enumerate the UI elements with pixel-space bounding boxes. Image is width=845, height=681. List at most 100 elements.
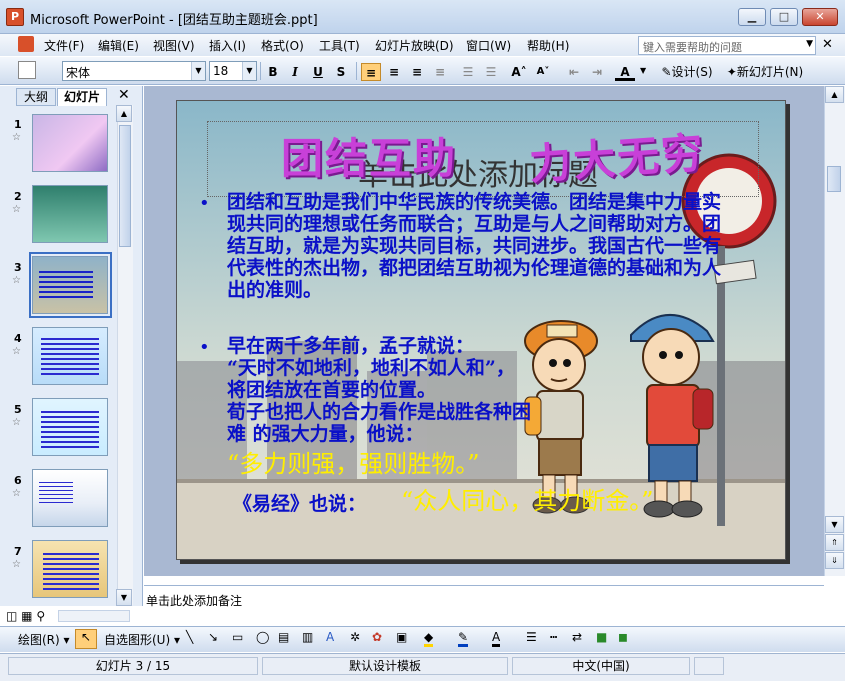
vertical-textbox-icon[interactable]: ▥ [302,630,313,644]
increase-indent-icon[interactable]: ⇥ [587,63,607,81]
design-button[interactable]: ✎设计(S) [656,63,718,80]
menu-format[interactable]: 格式(O) [261,37,304,54]
font-select[interactable]: 宋体 ▼ [62,61,206,81]
notes-pane[interactable]: 单击此处添加备注 [144,585,824,625]
line-color-icon[interactable]: ✎ [458,630,469,647]
menu-insert[interactable]: 插入(I) [209,37,246,54]
slide-thumbnail[interactable] [32,398,108,456]
arrow-icon[interactable]: ↘ [208,630,218,644]
scroll-down-icon[interactable]: ▼ [116,589,132,606]
slide-thumbnail[interactable] [32,114,108,172]
slide-thumbnail[interactable] [32,327,108,385]
rectangle-icon[interactable]: ▭ [232,630,243,644]
slide-number: 2 [14,190,22,203]
arrow-style-icon[interactable]: ⇄ [572,630,582,644]
menu-help[interactable]: 帮助(H) [527,37,569,54]
align-center-icon[interactable]: ≡ [384,63,404,81]
next-slide-icon[interactable]: ⇓ [825,552,844,569]
bullets-icon[interactable]: ☰ [481,63,501,81]
scroll-up-icon[interactable]: ▲ [825,86,844,103]
select-arrow-icon[interactable]: ↖ [75,629,97,649]
menu-file[interactable]: 文件(F) [44,37,84,54]
help-placeholder: 键入需要帮助的问题 [643,41,742,54]
textbox-icon[interactable]: ▤ [278,630,289,644]
horizontal-scrollbar[interactable] [58,610,130,622]
shadow-style-icon[interactable]: ■ [596,630,607,644]
normal-view-icon[interactable]: ◫ [6,609,17,623]
slide-canvas[interactable]: 单击此处添加标题 团结互助 力大无穷 • 团结和互助是我们中华民族的传统美德。团… [176,100,786,560]
line-icon[interactable]: ╲ [186,630,193,644]
slideshow-view-icon[interactable]: ⚲ [36,609,45,623]
increase-font-icon[interactable]: A˄ [509,63,529,81]
chevron-down-icon[interactable]: ▼ [806,39,813,49]
menu-tools[interactable]: 工具(T) [319,37,360,54]
align-right-icon[interactable]: ≡ [407,63,427,81]
draw-menu-button[interactable]: 绘图(R) ▾ [18,631,70,648]
body-paragraph-2a[interactable]: 早在两千多年前，孟子就说： [227,335,527,357]
tab-outline[interactable]: 大纲 [16,88,56,106]
justify-icon[interactable]: ≡ [430,63,450,81]
quote-yijing[interactable]: “众人同心，其力断金。” [401,487,654,515]
close-document-icon[interactable]: ✕ [822,37,833,52]
maximize-button[interactable]: □ [770,8,798,26]
decrease-font-icon[interactable]: A˅ [533,63,553,81]
menu-view[interactable]: 视图(V) [153,37,195,54]
document-icon[interactable] [18,36,34,52]
numbering-icon[interactable]: ☰ [458,63,478,81]
tab-slides[interactable]: 幻灯片 [57,88,107,106]
italic-button[interactable]: I [285,63,305,81]
scroll-thumb[interactable] [827,166,841,192]
slides-scrollbar[interactable]: ▲ ▼ [116,105,133,606]
status-empty-cell [694,657,724,675]
align-left-icon[interactable]: ≡ [361,63,381,81]
line-style-icon[interactable]: ☰ [526,630,537,644]
quote-mencius[interactable]: “多力则强，强则胜物。” [227,450,480,478]
wordart-title-right[interactable]: 力大无穷 [527,119,707,192]
decrease-indent-icon[interactable]: ⇤ [564,63,584,81]
wordart-icon[interactable]: A [326,630,334,644]
slide-thumbnail[interactable] [32,540,108,598]
menu-slideshow[interactable]: 幻灯片放映(D) [375,37,454,54]
new-slide-button[interactable]: ✦新幻灯片(N) [722,63,808,80]
close-pane-icon[interactable]: ✕ [118,87,130,103]
font-color-icon[interactable]: A [615,63,635,81]
quote-yijing-prefix[interactable]: 《易经》也说： [233,493,366,515]
scroll-up-icon[interactable]: ▲ [116,105,132,122]
vertical-scrollbar[interactable]: ▲ ▼ ⇑ ⇓ [824,86,845,576]
slide-thumbnail[interactable] [32,185,108,243]
previous-slide-icon[interactable]: ⇑ [825,534,844,551]
diagram-icon[interactable]: ✲ [350,630,360,644]
slide-number: 5 [14,403,22,416]
shadow-button[interactable]: S [331,63,351,81]
font-color-icon[interactable]: A [492,630,501,647]
oval-icon[interactable]: ◯ [256,630,269,644]
picture-icon[interactable]: ▣ [396,630,407,644]
body-paragraph-1[interactable]: 团结和互助是我们中华民族的传统美德。团结是集中力量实现共同的理想或任务而联合；互… [227,191,732,301]
chevron-down-icon[interactable]: ▼ [191,62,205,80]
sorter-view-icon[interactable]: ▦ [21,609,32,623]
autoshapes-menu-button[interactable]: 自选图形(U) ▾ [104,631,180,648]
chevron-down-icon[interactable]: ▼ [640,66,646,75]
body-paragraph-2c[interactable]: 荀子也把人的合力看作是战胜各种困难 的强大力量，他说： [227,401,537,445]
minimize-button[interactable]: ▁ [738,8,766,26]
menu-window[interactable]: 窗口(W) [466,37,511,54]
font-size-select[interactable]: 18 ▼ [209,61,257,81]
clipart-icon[interactable]: ✿ [372,630,382,644]
3d-style-icon[interactable]: ◼ [618,630,628,644]
slide-position: 幻灯片 3 / 15 [8,657,258,675]
dash-style-icon[interactable]: ┅ [550,630,557,644]
close-button[interactable]: ✕ [802,8,838,26]
menu-edit[interactable]: 编辑(E) [98,37,139,54]
help-search-input[interactable]: 键入需要帮助的问题 ▼ [638,36,816,55]
wordart-title-left[interactable]: 团结互助 [281,125,457,186]
title-bar: P Microsoft PowerPoint - [团结互助主题班会.ppt] … [0,0,845,34]
body-paragraph-2b[interactable]: “天时不如地利，地利不如人和”，将团结放在首要的位置。 [227,357,527,401]
underline-button[interactable]: U [308,63,328,81]
fill-color-icon[interactable]: ◆ [424,630,434,647]
bold-button[interactable]: B [263,63,283,81]
slide-thumbnail[interactable] [32,469,108,527]
scroll-thumb[interactable] [119,125,131,247]
chevron-down-icon[interactable]: ▼ [242,62,256,80]
new-document-icon[interactable] [18,61,36,79]
scroll-down-icon[interactable]: ▼ [825,516,844,533]
